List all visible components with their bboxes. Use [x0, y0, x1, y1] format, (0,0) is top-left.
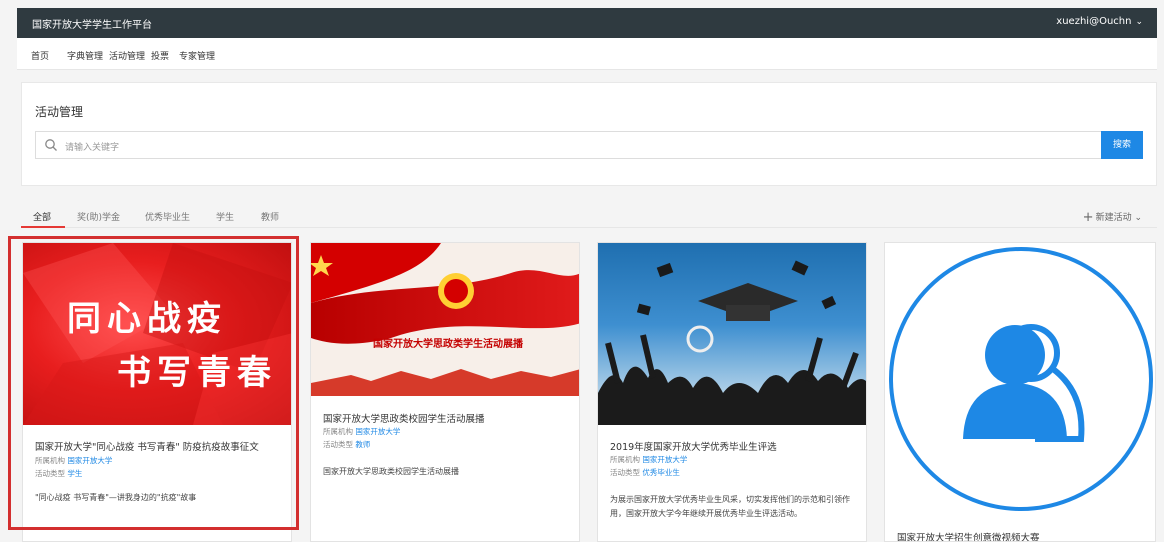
card-org: 所属机构 国家开放大学: [610, 454, 687, 465]
filter-tabs: 全部 奖(助)学金 优秀毕业生 学生 教师 + 新建活动 ⌄: [21, 200, 1157, 228]
tab-student[interactable]: 学生: [216, 210, 234, 223]
nav-activities[interactable]: 活动管理: [109, 49, 145, 62]
card-description: 国家开放大学思政类校园学生活动展播: [323, 467, 459, 476]
search-panel: 活动管理 请输入关键字 搜索: [21, 82, 1157, 186]
main-nav: 首页 字典管理 活动管理 投票 专家管理: [17, 38, 1157, 70]
search-input[interactable]: 请输入关键字: [35, 131, 1102, 159]
card-title[interactable]: 国家开放大学招生创意微视频大赛: [897, 530, 1040, 541]
new-activity-label: 新建活动: [1095, 213, 1132, 223]
type-link[interactable]: 教师: [355, 440, 370, 449]
search-button[interactable]: 搜索: [1101, 131, 1143, 159]
tab-scholarship[interactable]: 奖(助)学金: [77, 210, 120, 223]
search-icon: [45, 139, 57, 151]
new-activity-button[interactable]: + 新建活动 ⌄: [1082, 209, 1142, 225]
card-image: 国家开放大学思政类学生活动展播: [311, 243, 579, 396]
activity-card[interactable]: 国家开放大学思政类学生活动展播 国家开放大学思政类校园学生活动展播 所属机构 国…: [310, 242, 580, 542]
card-image: [885, 243, 1155, 513]
tab-all[interactable]: 全部: [33, 210, 51, 223]
nav-dictionary[interactable]: 字典管理: [67, 49, 103, 62]
card-type: 活动类型 教师: [323, 439, 370, 450]
user-menu[interactable]: xuezhi@Ouchn ⌄: [1056, 16, 1143, 27]
org-label: 所属机构: [610, 455, 640, 464]
username: xuezhi@Ouchn: [1056, 16, 1132, 27]
selection-highlight: [8, 236, 299, 530]
card-org: 所属机构 国家开放大学: [323, 426, 400, 437]
page-title: 活动管理: [35, 105, 84, 119]
card-title[interactable]: 2019年度国家开放大学优秀毕业生评选: [610, 439, 777, 453]
card-type: 活动类型 优秀毕业生: [610, 467, 680, 478]
app-title[interactable]: 国家开放大学学生工作平台: [32, 16, 152, 31]
active-tab-indicator: [21, 226, 65, 228]
type-label: 活动类型: [323, 440, 353, 449]
nav-experts[interactable]: 专家管理: [179, 49, 215, 62]
graduation-art: [598, 260, 866, 425]
activity-card[interactable]: 国家开放大学招生创意微视频大赛: [884, 242, 1156, 542]
nav-vote[interactable]: 投票: [151, 49, 169, 62]
nav-home[interactable]: 首页: [31, 49, 49, 62]
tab-outstanding-graduate[interactable]: 优秀毕业生: [145, 210, 190, 223]
card-image: [598, 243, 866, 425]
type-label: 活动类型: [610, 468, 640, 477]
type-link[interactable]: 优秀毕业生: [642, 468, 680, 477]
card-title[interactable]: 国家开放大学思政类校园学生活动展播: [323, 411, 485, 425]
org-label: 所属机构: [323, 427, 353, 436]
activity-card[interactable]: 2019年度国家开放大学优秀毕业生评选 所属机构 国家开放大学 活动类型 优秀毕…: [597, 242, 867, 542]
org-link[interactable]: 国家开放大学: [642, 455, 687, 464]
tab-teacher[interactable]: 教师: [261, 210, 279, 223]
org-link[interactable]: 国家开放大学: [355, 427, 400, 436]
top-bar: 国家开放大学学生工作平台 xuezhi@Ouchn ⌄: [17, 8, 1157, 38]
image-caption: 国家开放大学思政类学生活动展播: [373, 339, 523, 350]
plus-icon: +: [1082, 210, 1094, 225]
party-banner-art: [311, 243, 579, 396]
chevron-down-icon: ⌄: [1135, 17, 1143, 27]
card-description: 为展示国家开放大学优秀毕业生风采，切实发挥他们的示范和引领作用，国家开放大学今年…: [610, 495, 850, 518]
user-group-icon: [889, 247, 1153, 511]
search-placeholder: 请输入关键字: [65, 143, 120, 153]
